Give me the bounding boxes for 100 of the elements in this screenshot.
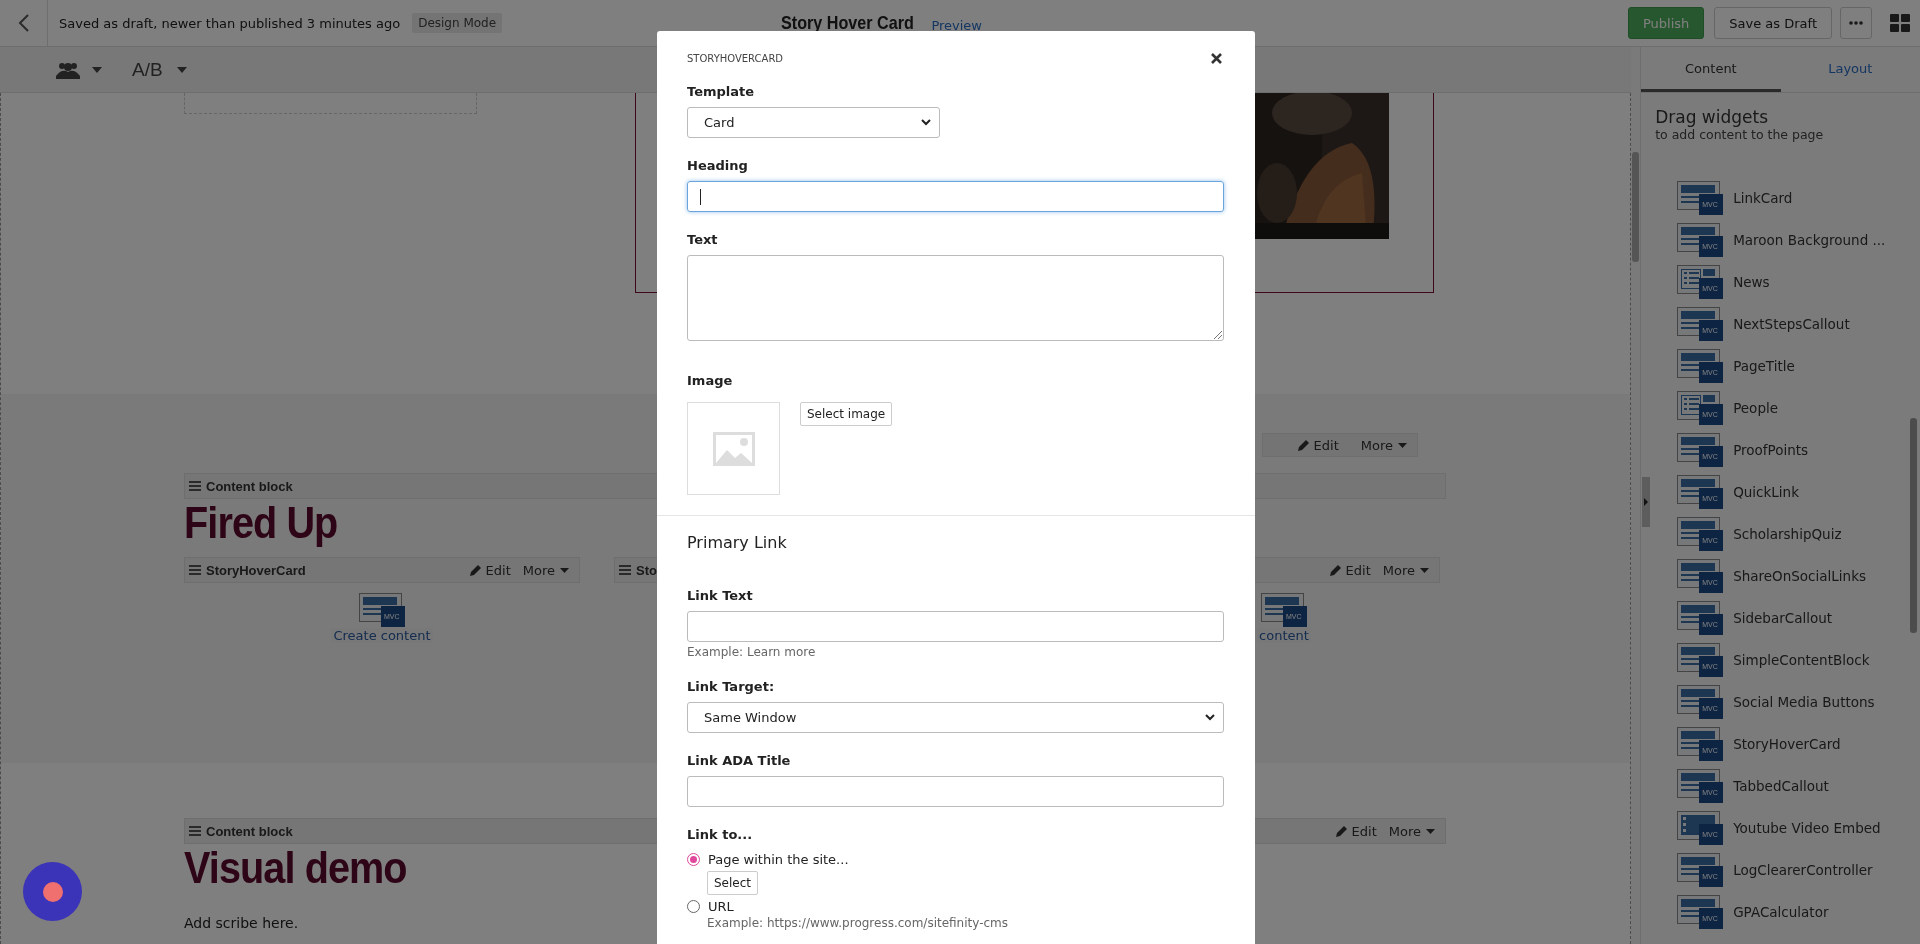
- field-label: Link Target:: [687, 679, 775, 694]
- back-icon[interactable]: [17, 14, 30, 32]
- close-icon[interactable]: [1211, 53, 1222, 64]
- widget-icon: [1677, 643, 1724, 677]
- widget-label: Sto: [636, 562, 657, 578]
- widget-icon: [1677, 307, 1724, 341]
- widget-icon: [1261, 593, 1307, 627]
- more-link[interactable]: More: [1388, 823, 1421, 839]
- edit-link[interactable]: Edit: [1313, 437, 1339, 453]
- more-button[interactable]: [1840, 7, 1872, 39]
- grid-icon[interactable]: [1890, 14, 1910, 32]
- field-label: Text: [687, 232, 718, 247]
- caret-icon[interactable]: [1426, 828, 1435, 834]
- widget-icon: [1677, 517, 1724, 551]
- scrollbar[interactable]: [1631, 47, 1641, 944]
- edit-link[interactable]: Edit: [1351, 823, 1377, 839]
- widget-name: Maroon Background ...: [1733, 232, 1886, 248]
- save-status: Saved as draft, newer than published 3 minutes ago: [59, 15, 401, 31]
- pencil-icon[interactable]: [1296, 438, 1310, 452]
- widget-name: StoryHoverCard: [1733, 736, 1841, 752]
- chevron-down-icon: [921, 119, 931, 126]
- widget-icon: [1677, 559, 1724, 593]
- widget-name: People: [1733, 400, 1778, 416]
- widget-icon: [1677, 811, 1724, 845]
- widget-icon: [1677, 727, 1724, 761]
- widget-label: StoryHoverCard: [206, 562, 306, 578]
- widget-name: SimpleContentBlock: [1733, 652, 1870, 668]
- widget-icon: [1677, 769, 1724, 803]
- panel-tab[interactable]: Content: [1641, 47, 1781, 92]
- widget-name: GPACalculator: [1733, 904, 1829, 920]
- widget-name: PageTitle: [1733, 358, 1795, 374]
- widget-icon: [1677, 853, 1724, 887]
- panel-tab[interactable]: Layout: [1780, 47, 1920, 92]
- ab-label[interactable]: A/B: [132, 58, 163, 81]
- edit-link[interactable]: Edit: [1345, 562, 1371, 578]
- link-text-field[interactable]: [687, 611, 1224, 642]
- field-label: Link Text: [687, 588, 753, 603]
- widget-icon: [1677, 391, 1724, 425]
- select-image-button[interactable]: Select image: [800, 402, 893, 426]
- widget-name: ProofPoints: [1733, 442, 1809, 458]
- field-label: Template: [687, 84, 755, 99]
- create-content-link[interactable]: content: [1257, 628, 1311, 643]
- widget-name: News: [1733, 274, 1770, 290]
- more-link[interactable]: More: [522, 562, 555, 578]
- block-label: Content block: [206, 478, 293, 494]
- caret-icon[interactable]: [1420, 567, 1429, 573]
- radio-label: Page within the site...: [708, 852, 849, 867]
- template-select[interactable]: Card: [687, 107, 940, 138]
- more-link[interactable]: More: [1360, 437, 1393, 453]
- widget-icon: [1677, 475, 1724, 509]
- widget-icon: [1677, 265, 1724, 299]
- widget-name: TabbedCallout: [1733, 778, 1829, 794]
- caret-icon[interactable]: [176, 66, 187, 73]
- caret-icon[interactable]: [560, 567, 569, 573]
- preview-link[interactable]: Preview: [931, 18, 982, 33]
- resize-grip-icon[interactable]: [1214, 331, 1222, 339]
- save-draft-button[interactable]: Save as Draft: [1714, 7, 1832, 39]
- widget-name: ScholarshipQuiz: [1733, 526, 1842, 542]
- image-icon: [712, 431, 755, 466]
- drag-handle-icon[interactable]: [189, 481, 201, 491]
- link-target-select[interactable]: Same Window: [687, 702, 1224, 733]
- select-page-button[interactable]: Select: [707, 871, 759, 895]
- field-label: Image: [687, 373, 733, 388]
- drag-handle-icon[interactable]: [189, 565, 201, 575]
- widget-icon: [1677, 433, 1724, 467]
- field-hint: Example: https://www.progress.com/sitefinity-cms: [707, 916, 1008, 930]
- caret-icon[interactable]: [92, 66, 102, 73]
- edit-link[interactable]: Edit: [485, 562, 511, 578]
- people-icon[interactable]: [56, 60, 80, 79]
- collapse-handle-icon[interactable]: [1642, 477, 1651, 527]
- section-title: Primary Link: [687, 533, 787, 552]
- mode-badge: Design Mode: [412, 13, 503, 33]
- chevron-down-icon: [1205, 714, 1215, 721]
- dialog-title: STORYHOVERCARD: [687, 53, 784, 64]
- drag-handle-icon[interactable]: [619, 565, 631, 575]
- widget-name: SidebarCallout: [1733, 610, 1833, 626]
- field-hint: Example: Learn more: [687, 645, 816, 659]
- create-content-link[interactable]: Create content: [331, 628, 433, 643]
- ellipsis-icon: [1849, 21, 1863, 25]
- more-link[interactable]: More: [1382, 562, 1415, 578]
- field-label: Link to...: [687, 827, 753, 842]
- panel-title: Drag widgets: [1655, 107, 1770, 127]
- widget-name: ShareOnSocialLinks: [1733, 568, 1866, 584]
- pencil-icon[interactable]: [1334, 824, 1348, 838]
- block-label: Content block: [206, 823, 293, 839]
- page-title: Story Hover Card: [781, 12, 914, 34]
- pencil-icon[interactable]: [1328, 563, 1342, 577]
- widget-name: Social Media Buttons: [1733, 694, 1875, 710]
- field-label: Heading: [687, 158, 748, 173]
- widget-icon: [1677, 685, 1724, 719]
- widget-name: Youtube Video Embed: [1733, 820, 1881, 836]
- radio-label: URL: [708, 899, 734, 914]
- widget-icon: [1677, 223, 1724, 257]
- drag-handle-icon[interactable]: [189, 826, 201, 836]
- caret-icon[interactable]: [1398, 442, 1407, 448]
- section-heading: Visual demo: [184, 844, 407, 892]
- ada-title-field[interactable]: [687, 776, 1224, 807]
- heading-field[interactable]: [687, 181, 1224, 212]
- body-text: Add scribe here.: [184, 915, 299, 931]
- pencil-icon[interactable]: [468, 563, 482, 577]
